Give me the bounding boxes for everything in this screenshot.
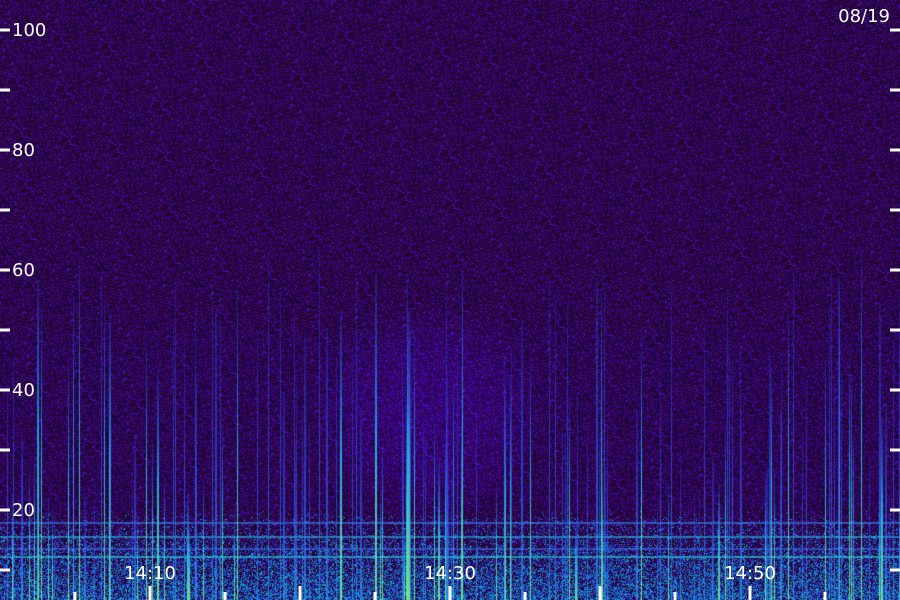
- date-label: 08/19: [838, 6, 890, 27]
- y-tick-left: [0, 568, 10, 572]
- y-tick-right: [890, 328, 900, 332]
- x-tick-label: 14:10: [124, 563, 176, 584]
- y-tick-left: [0, 208, 10, 212]
- y-tick-left: [0, 148, 10, 152]
- x-tick: [148, 586, 152, 600]
- x-tick-label: 14:50: [724, 563, 776, 584]
- y-tick-label: 100: [12, 20, 46, 41]
- x-tick: [598, 586, 602, 600]
- x-tick: [298, 586, 302, 600]
- y-tick-label: 80: [12, 140, 35, 161]
- x-tick: [748, 586, 752, 600]
- x-tick: [373, 592, 377, 600]
- x-tick: [223, 592, 227, 600]
- y-tick-right: [890, 448, 900, 452]
- y-tick-left: [0, 88, 10, 92]
- y-tick-right: [890, 508, 900, 512]
- x-tick: [823, 592, 827, 600]
- x-tick: [673, 592, 677, 600]
- y-tick-left: [0, 388, 10, 392]
- axis-overlay: 20 40 60 80 100 14:10 14:30 14:50: [0, 20, 900, 600]
- y-tick-left: [0, 28, 10, 32]
- y-tick-left: [0, 268, 10, 272]
- y-tick-right: [890, 208, 900, 212]
- x-tick: [523, 592, 527, 600]
- x-tick: [448, 586, 452, 600]
- y-tick-label: 20: [12, 500, 35, 521]
- y-tick-right: [890, 28, 900, 32]
- y-tick-left: [0, 448, 10, 452]
- y-tick-right: [890, 148, 900, 152]
- y-tick-right: [890, 388, 900, 392]
- y-tick-label: 60: [12, 260, 35, 281]
- y-tick-right: [890, 268, 900, 272]
- y-tick-right: [890, 88, 900, 92]
- y-tick-right: [890, 568, 900, 572]
- y-tick-left: [0, 508, 10, 512]
- x-tick: [73, 592, 77, 600]
- spectrogram: 20 40 60 80 100 14:10 14:30 14:50 08/19: [0, 0, 900, 600]
- x-tick-label: 14:30: [424, 563, 476, 584]
- y-tick-left: [0, 328, 10, 332]
- y-tick-label: 40: [12, 380, 35, 401]
